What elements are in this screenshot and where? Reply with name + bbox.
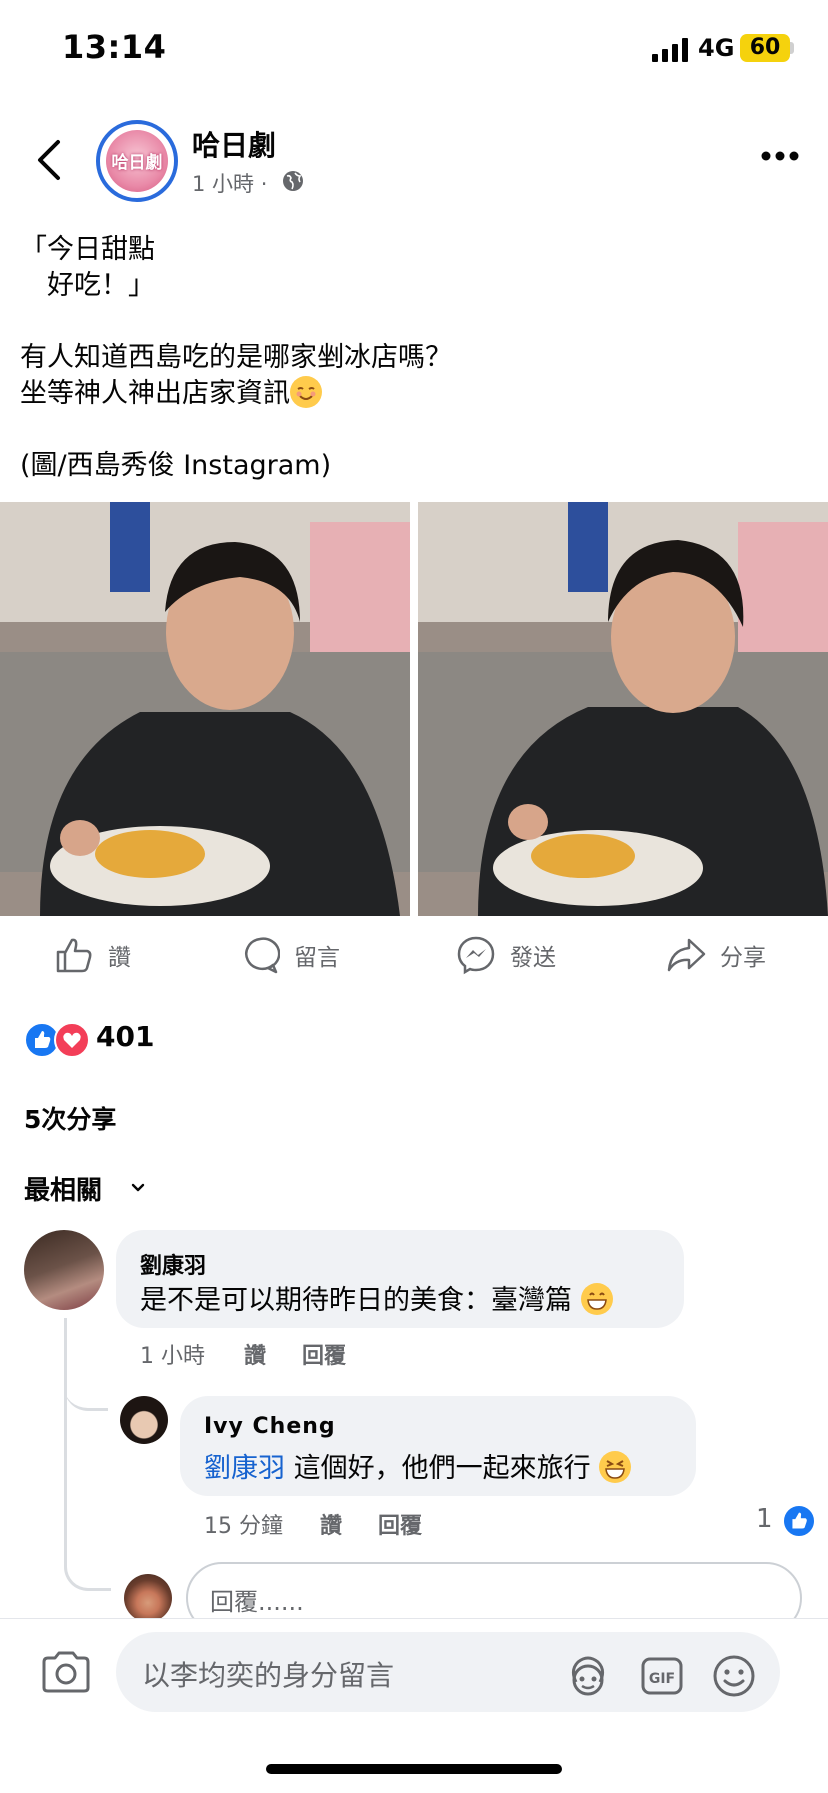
post-time[interactable]: 1 小時 ·	[192, 168, 267, 198]
emoji-icon[interactable]	[712, 1654, 756, 1698]
avatar-logo-text: 哈日劇	[111, 153, 163, 173]
send-button[interactable]: 發送	[456, 930, 556, 980]
comment-like-button[interactable]: 讚	[244, 1338, 266, 1370]
messenger-icon	[457, 936, 495, 975]
back-arrow-icon[interactable]	[30, 136, 70, 184]
status-time: 13:14	[62, 28, 167, 66]
comment-body: 是不是可以期待昨日的美食：臺灣篇	[140, 1285, 572, 1316]
grinning-emoji-icon	[580, 1283, 613, 1315]
avatar	[124, 1574, 172, 1622]
smiling-emoji-icon	[290, 376, 322, 408]
comment-sort-selector[interactable]: 最相關	[24, 1170, 102, 1207]
post-text: 「今日甜點 好吃！」 有人知道西島吃的是哪家剉冰店嗎？ 坐等神人神出店家資訊 (…	[20, 232, 800, 484]
avatar-sticker-icon[interactable]	[566, 1654, 610, 1698]
home-indicator[interactable]	[266, 1764, 562, 1774]
reply-placeholder: 回覆......	[210, 1588, 304, 1616]
chevron-down-icon[interactable]	[130, 1180, 146, 1196]
comment-time: 15 分鐘	[204, 1514, 283, 1539]
post-line: 「今日甜點	[20, 234, 155, 265]
share-label: 分享	[720, 945, 766, 971]
comment-input-placeholder: 以李均奕的身分留言	[142, 1659, 395, 1692]
more-icon[interactable]	[760, 150, 800, 162]
camera-icon[interactable]	[40, 1650, 92, 1694]
comment-icon	[245, 937, 280, 974]
avatar[interactable]	[120, 1396, 168, 1444]
comment-reply-button[interactable]: 回覆	[378, 1508, 422, 1540]
share-icon	[667, 938, 706, 972]
comment-text: 劉康羽 這個好，他們一起來旅行	[204, 1446, 632, 1485]
love-reaction-icon[interactable]	[54, 1022, 90, 1058]
share-button[interactable]: 分享	[666, 930, 766, 980]
send-label: 發送	[510, 945, 556, 971]
avatar[interactable]	[24, 1230, 104, 1310]
comment-reply-button[interactable]: 回覆	[302, 1338, 346, 1370]
comment-body: 這個好，他們一起來旅行	[285, 1453, 591, 1484]
page-name[interactable]: 哈日劇	[192, 124, 276, 164]
post-line: 坐等神人神出店家資訊	[20, 378, 290, 409]
mention-link[interactable]: 劉康羽	[204, 1453, 285, 1484]
comment-like-button[interactable]: 讚	[320, 1508, 342, 1540]
svg-text:GIF: GIF	[649, 1671, 675, 1687]
signal-icon	[652, 38, 688, 62]
commenter-name[interactable]: Ivy Cheng	[204, 1414, 336, 1439]
comment-time: 1 小時	[140, 1344, 205, 1369]
gif-icon[interactable]: GIF	[640, 1654, 684, 1698]
laughing-emoji-icon	[599, 1451, 632, 1483]
battery-icon: 60	[740, 34, 790, 62]
post-line: 有人知道西島吃的是哪家剉冰店嗎？	[20, 342, 452, 373]
globe-icon	[283, 171, 303, 191]
battery-tip	[790, 42, 794, 54]
like-button[interactable]: 讚	[54, 930, 131, 980]
reaction-count[interactable]: 401	[96, 1020, 154, 1053]
comment-text: 是不是可以期待昨日的美食：臺灣篇	[140, 1278, 613, 1317]
page-avatar[interactable]: 哈日劇	[96, 120, 178, 202]
like-icon	[56, 938, 92, 973]
like-reaction-icon[interactable]	[782, 1504, 816, 1538]
comment-button[interactable]: 留言	[240, 930, 340, 980]
post-photo-2[interactable]	[418, 502, 828, 916]
post-photo-1[interactable]	[0, 502, 410, 916]
comment-like-count[interactable]: 1	[756, 1504, 773, 1534]
like-label: 讚	[108, 945, 131, 971]
post-line: 好吃！」	[20, 270, 155, 301]
comment-label: 留言	[294, 945, 340, 971]
network-type: 4G	[698, 34, 735, 62]
thread-line	[64, 1318, 111, 1591]
post-line: (圖/西島秀俊 Instagram)	[20, 450, 332, 481]
share-count[interactable]: 5次分享	[24, 1100, 116, 1136]
commenter-name[interactable]: 劉康羽	[140, 1248, 206, 1280]
